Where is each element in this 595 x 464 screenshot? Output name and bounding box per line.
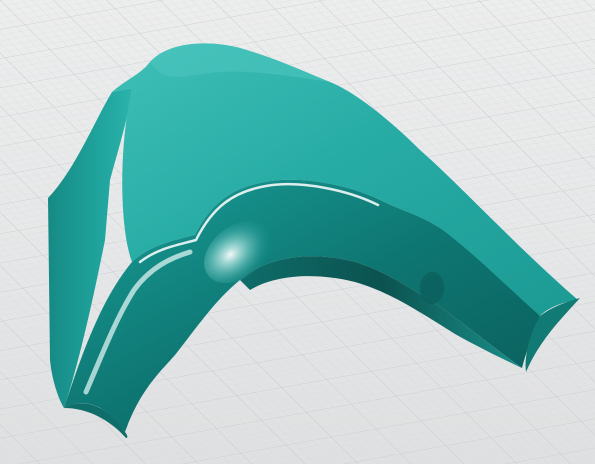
inner-boss xyxy=(420,272,444,304)
scene-canvas[interactable] xyxy=(0,0,595,464)
3d-viewport[interactable] xyxy=(0,0,595,464)
